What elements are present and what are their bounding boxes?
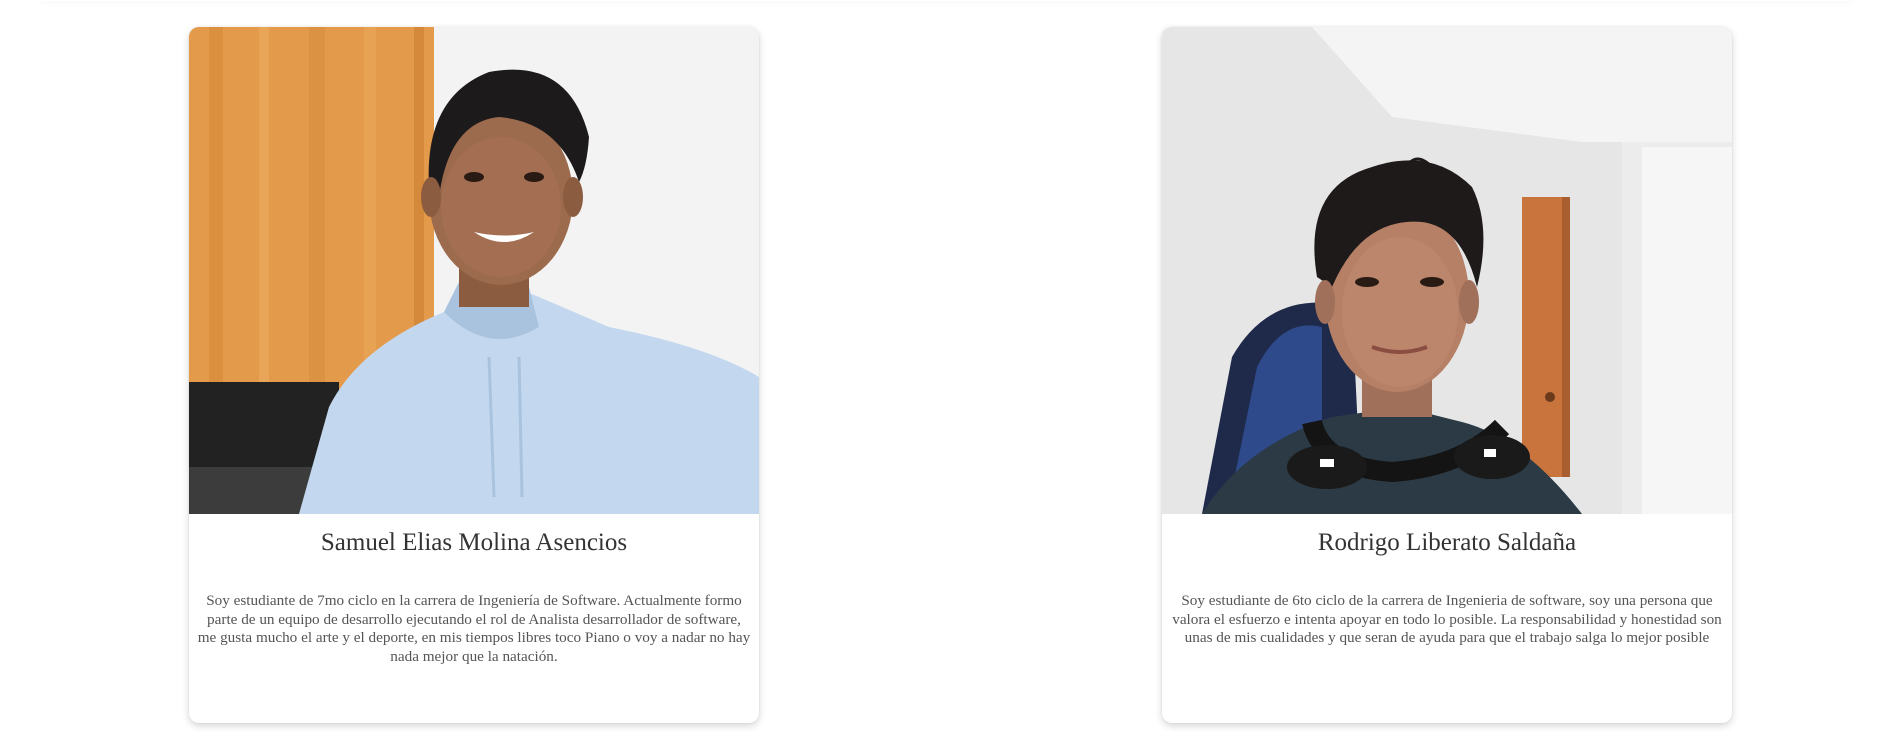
member-description: Soy estudiante de 7mo ciclo en la carrer… [197, 592, 751, 665]
person-photo-icon [189, 27, 759, 514]
team-member-card: Rodrigo Liberato Saldaña Soy estudiante … [1162, 27, 1732, 723]
member-photo [1162, 27, 1732, 514]
team-section: Samuel Elias Molina Asencios Soy estudia… [0, 0, 1892, 731]
team-member-card: Samuel Elias Molina Asencios Soy estudia… [189, 27, 759, 723]
member-name: Samuel Elias Molina Asencios [320, 529, 628, 556]
member-name: Rodrigo Liberato Saldaña [1317, 529, 1577, 556]
member-description: Soy estudiante de 6to ciclo de la carrer… [1172, 592, 1722, 646]
person-photo-icon [1162, 27, 1732, 514]
member-photo [189, 27, 759, 514]
